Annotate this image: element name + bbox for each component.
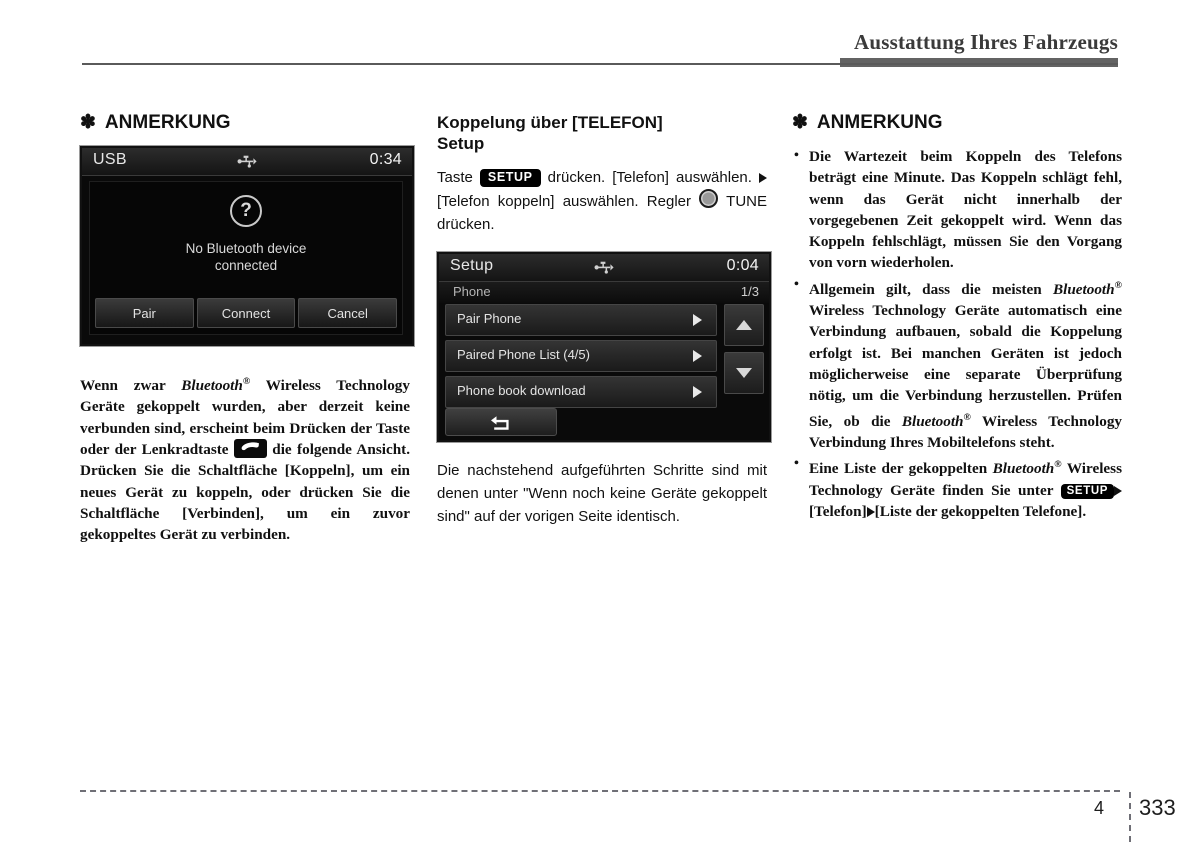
middle-heading-line2: Setup	[437, 134, 485, 153]
tune-knob-icon	[699, 189, 719, 208]
page-title: Ausstattung Ihres Fahrzeugs	[853, 30, 1118, 54]
chevron-right-icon	[693, 350, 702, 362]
screen2-menu-list: Pair Phone Paired Phone List (4/5) Phone…	[445, 304, 717, 412]
step-part3: [Telefon koppeln] auswählen. Regler	[437, 193, 700, 210]
note-heading-left: ✽ ANMERKUNG	[80, 112, 410, 134]
menu-item-paired-phone-list[interactable]: Paired Phone List (4/5)	[445, 340, 717, 372]
scroll-up-button[interactable]	[724, 304, 764, 346]
menu-item-label: Phone book download	[457, 383, 586, 398]
screen2-subtitle-bar: Phone 1/3	[439, 282, 769, 303]
bullet-liste: Eine Liste der gekoppelten Bluetooth® Wi…	[792, 453, 1122, 522]
middle-step-instructions: Taste SETUP drücken. [Telefon] auswählen…	[437, 166, 767, 236]
middle-heading: Koppelung über [TELEFON] Setup	[437, 112, 767, 154]
menu-item-pair-phone[interactable]: Pair Phone	[445, 304, 717, 336]
screen1-button-row: Pair Connect Cancel	[95, 298, 398, 328]
back-arrow-icon	[491, 415, 509, 430]
left-body-paragraph: Wenn zwar Bluetooth® Wireless Technology…	[80, 371, 410, 545]
screen1-status-bar: USB 0:34	[82, 148, 412, 176]
chevron-right-icon	[693, 314, 702, 326]
screen1-clock: 0:34	[369, 151, 402, 168]
bullet-wartezeit: Die Wartezeit beim Koppeln des Telefons …	[792, 145, 1122, 274]
screen1-message-line1: No Bluetooth device	[185, 241, 307, 256]
arrow-right-icon	[866, 506, 875, 517]
screen2-clock: 0:04	[726, 257, 759, 274]
bullet-text: Die Wartezeit beim Koppeln des Telefons …	[809, 148, 1122, 272]
connect-button[interactable]: Connect	[196, 298, 296, 328]
step-part1: Taste	[437, 169, 480, 186]
bluetooth-wordmark: Bluetooth	[992, 460, 1055, 478]
screen2-scroll-controls	[724, 304, 764, 394]
header-rule	[82, 63, 1118, 65]
bluetooth-wordmark: Bluetooth	[901, 412, 964, 430]
step-part2: drücken. [Telefon] auswählen.	[540, 169, 759, 186]
menu-item-phone-book-download[interactable]: Phone book download	[445, 376, 717, 408]
page-header: Ausstattung Ihres Fahrzeugs	[0, 0, 1200, 80]
registered-mark: ®	[963, 411, 971, 423]
caret-up-icon	[736, 320, 752, 330]
screen1-source-label: USB	[93, 151, 127, 168]
menu-item-label: Paired Phone List (4/5)	[457, 347, 590, 362]
note-heading-label: ANMERKUNG	[104, 112, 231, 133]
screen1-message-line2: connected	[214, 258, 278, 273]
cancel-button[interactable]: Cancel	[298, 298, 398, 328]
bullet-part1: Allgemein gilt, dass die meisten	[809, 280, 1053, 298]
registered-mark: ®	[1114, 279, 1122, 291]
middle-column: Koppelung über [TELEFON] Setup Taste SET…	[437, 112, 771, 543]
screen1-dialog-body: ? No Bluetooth device connected Pair Con…	[89, 181, 403, 335]
usb-icon	[594, 261, 614, 279]
pair-button[interactable]: Pair	[95, 298, 194, 328]
bullet-allgemein: Allgemein gilt, dass die meisten Bluetoo…	[792, 274, 1122, 454]
screen1-message: No Bluetooth device connected	[90, 240, 402, 274]
asterisk-icon: ✽	[80, 112, 96, 133]
arrow-right-icon	[1114, 485, 1122, 496]
setup-key-badge: SETUP	[479, 169, 541, 188]
note-heading-label: ANMERKUNG	[816, 112, 943, 133]
footer-page-number: 333	[1139, 795, 1176, 820]
footer-separator	[1129, 792, 1131, 842]
question-mark-icon: ?	[230, 195, 262, 227]
middle-caption: Die nachstehend aufgeführten Schritte si…	[437, 462, 767, 525]
registered-mark: ®	[1054, 459, 1062, 471]
right-column: ✽ ANMERKUNG Die Wartezeit beim Koppeln d…	[792, 112, 1122, 523]
bullet-part2: Wireless Technology Geräte automatisch e…	[809, 302, 1122, 430]
screen2-page-indicator: 1/3	[740, 284, 759, 299]
head-unit-screen-setup-phone: Setup 0:04 Phone 1/3 Pair Phone Paired P…	[437, 252, 771, 442]
middle-heading-line1: Koppelung über [TELEFON]	[437, 113, 663, 132]
back-button[interactable]	[445, 408, 557, 436]
screen2-status-bar: Setup 0:04	[439, 254, 769, 282]
chevron-right-icon	[693, 386, 702, 398]
setup-key-badge: SETUP	[1060, 483, 1114, 499]
left-body-part1: Wenn zwar	[80, 377, 182, 395]
bullet-part1: Eine Liste der gekoppelten	[809, 460, 993, 478]
arrow-right-icon	[759, 173, 767, 183]
asterisk-icon: ✽	[792, 112, 808, 133]
bullet-part4: [Liste der gekoppelten Telefone].	[874, 502, 1087, 520]
bluetooth-wordmark: Bluetooth	[1052, 280, 1115, 298]
phone-call-key-icon	[233, 438, 267, 458]
bullet-part3: [Telefon]	[809, 502, 867, 520]
left-column: ✽ ANMERKUNG USB 0:34 ? No Bluetooth devi…	[80, 112, 414, 561]
caret-down-icon	[736, 368, 752, 378]
head-unit-screen-bluetooth-dialog: USB 0:34 ? No Bluetooth device connected…	[80, 146, 414, 346]
bluetooth-wordmark: Bluetooth	[181, 377, 243, 395]
right-bullet-list: Die Wartezeit beim Koppeln des Telefons …	[792, 145, 1122, 522]
menu-item-label: Pair Phone	[457, 311, 522, 326]
screen2-subtitle: Phone	[453, 284, 491, 299]
usb-icon	[237, 155, 257, 173]
footer-chapter-number: 4	[1094, 798, 1105, 818]
footer-rule	[80, 790, 1120, 792]
note-heading-right: ✽ ANMERKUNG	[792, 112, 1122, 134]
screen2-title: Setup	[450, 257, 494, 274]
scroll-down-button[interactable]	[724, 352, 764, 394]
